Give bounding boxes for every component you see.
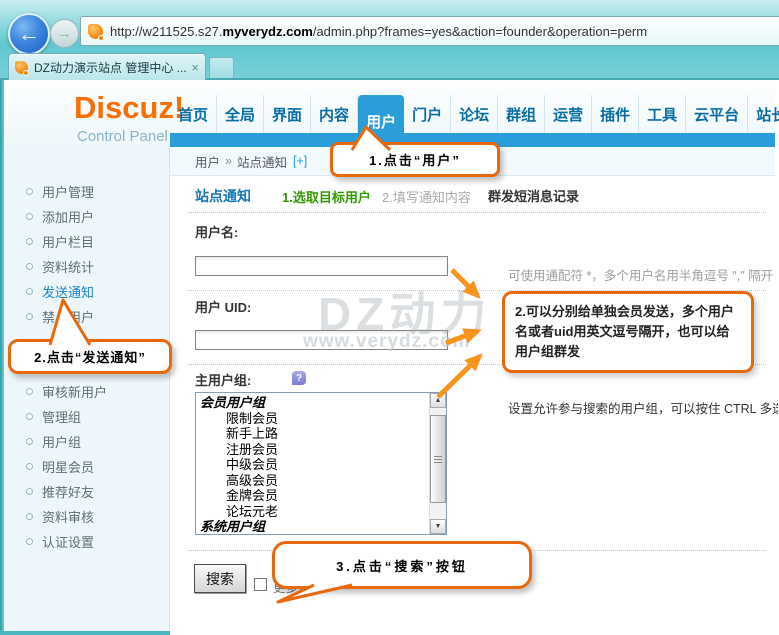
forward-arrow-icon: → <box>57 26 72 41</box>
callout-step3: 3.点击“搜索”按钮 <box>272 541 532 589</box>
divider <box>188 212 766 213</box>
sidebar-item-用户组[interactable]: 用户组 <box>4 430 169 455</box>
nav-tab-首页[interactable]: 首页 <box>170 95 217 133</box>
usergroup-option-高级会员[interactable]: 高级会员 <box>200 473 428 489</box>
breadcrumb-expand-link[interactable]: [+] <box>293 154 307 168</box>
control-panel-label: Control Panel <box>77 128 168 145</box>
search-button[interactable]: 搜索 <box>194 564 246 593</box>
breadcrumb-page: 站点通知 <box>237 152 287 171</box>
usergroup-header-会员用户组: 会员用户组 <box>200 395 428 411</box>
usergroup-option-限制会员[interactable]: 限制会员 <box>200 411 428 427</box>
mass-message-records-link[interactable]: 群发短消息记录 <box>488 186 579 205</box>
new-tab-button[interactable] <box>209 57 234 78</box>
callout-step2: 2.点击“发送通知” <box>8 339 172 374</box>
nav-tab-门户[interactable]: 门户 <box>404 95 451 133</box>
window-frame-bottom <box>0 631 170 635</box>
breadcrumb-section: 用户 <box>195 152 220 171</box>
username-label: 用户名: <box>195 222 238 241</box>
usergroup-option-中级会员[interactable]: 中级会员 <box>200 457 428 473</box>
wizard-step-2[interactable]: 2.填写通知内容 <box>382 187 471 206</box>
wizard-step-1[interactable]: 1.选取目标用户 <box>282 187 371 206</box>
sidebar-list-top: 用户管理添加用户用户栏目资料统计发送通知禁止用户 <box>4 180 169 330</box>
sidebar-item-发送通知[interactable]: 发送通知 <box>4 280 169 305</box>
scroll-up-icon[interactable]: ▲ <box>430 393 446 408</box>
scrollbar-grip <box>434 456 442 457</box>
usergroup-header-系统用户组: 系统用户组 <box>200 519 428 535</box>
usergroup-option-金牌会员[interactable]: 金牌会员 <box>200 488 428 504</box>
usergroup-option-新手上路[interactable]: 新手上路 <box>200 426 428 442</box>
nav-tab-云平台[interactable]: 云平台 <box>686 95 748 133</box>
browser-tab[interactable]: DZ动力演示站点 管理中心 ... × <box>8 53 206 80</box>
usergroup-listbox-options: 会员用户组限制会员新手上路注册会员中级会员高级会员金牌会员论坛元老系统用户组管理… <box>196 393 446 535</box>
more-options-checkbox[interactable] <box>254 578 267 591</box>
nav-tab-运营[interactable]: 运营 <box>545 95 592 133</box>
sidebar-item-资料审核[interactable]: 资料审核 <box>4 505 169 530</box>
callout-info: 2.可以分别给单独会员发送，多个用户名或者uid用英文逗号隔开，也可以给用户组群… <box>502 291 754 373</box>
callout-step1: 1.点击“用户” <box>330 142 500 177</box>
sidebar-item-审核新用户[interactable]: 审核新用户 <box>4 380 169 405</box>
url-domain: myverydz.com <box>223 24 313 39</box>
usergroup-hint: 设置允许参与搜索的用户组，可以按住 CTRL 多选 <box>508 398 778 417</box>
arrow-to-info-2 <box>446 331 478 343</box>
sidebar-item-添加用户[interactable]: 添加用户 <box>4 205 169 230</box>
usergroup-label: 主用户组: <box>195 370 251 389</box>
username-input[interactable] <box>195 256 448 276</box>
arrow-to-info-3 <box>438 356 480 397</box>
address-bar[interactable]: http://w211525.s27.myverydz.com/admin.ph… <box>80 16 779 46</box>
back-arrow-icon: ← <box>18 23 40 45</box>
tab-title: DZ动力演示站点 管理中心 ... <box>34 59 187 76</box>
nav-tab-插件[interactable]: 插件 <box>592 95 639 133</box>
breadcrumb-separator: » <box>225 154 232 168</box>
site-favicon-icon <box>88 24 103 39</box>
back-button[interactable]: ← <box>8 13 50 55</box>
usergroup-option-管理员[interactable]: 管理员 <box>200 535 428 536</box>
sidebar-item-认证设置[interactable]: 认证设置 <box>4 530 169 555</box>
listbox-scrollbar[interactable]: ▲ ▼ <box>429 393 446 534</box>
browser-window: ← → http://w211525.s27.myverydz.com/admi… <box>0 0 779 635</box>
sidebar-item-资料统计[interactable]: 资料统计 <box>4 255 169 280</box>
sidebar: 用户管理添加用户用户栏目资料统计发送通知禁止用户 审核新用户管理组用户组明星会员… <box>4 147 170 631</box>
tab-favicon-icon <box>15 61 28 74</box>
nav-tab-群组[interactable]: 群组 <box>498 95 545 133</box>
scroll-down-icon[interactable]: ▼ <box>430 519 446 534</box>
nav-tab-界面[interactable]: 界面 <box>264 95 311 133</box>
forward-button[interactable]: → <box>50 19 79 48</box>
nav-tab-全局[interactable]: 全局 <box>217 95 264 133</box>
tab-close-icon[interactable]: × <box>191 61 199 74</box>
help-icon[interactable]: ? <box>292 371 306 385</box>
sidebar-item-用户管理[interactable]: 用户管理 <box>4 180 169 205</box>
nav-tab-站长[interactable]: 站长 <box>748 95 779 133</box>
nav-tab-论坛[interactable]: 论坛 <box>451 95 498 133</box>
sidebar-item-推荐好友[interactable]: 推荐好友 <box>4 480 169 505</box>
uid-input[interactable] <box>195 330 448 350</box>
sidebar-item-禁止用户[interactable]: 禁止用户 <box>4 305 169 330</box>
sidebar-item-管理组[interactable]: 管理组 <box>4 405 169 430</box>
uid-label: 用户 UID: <box>195 297 251 316</box>
sidebar-item-用户栏目[interactable]: 用户栏目 <box>4 230 169 255</box>
nav-tab-内容[interactable]: 内容 <box>311 95 358 133</box>
nav-tab-工具[interactable]: 工具 <box>639 95 686 133</box>
scrollbar-thumb[interactable] <box>430 415 446 503</box>
sidebar-list-bottom: 审核新用户管理组用户组明星会员推荐好友资料审核认证设置 <box>4 380 169 555</box>
usergroup-option-论坛元老[interactable]: 论坛元老 <box>200 504 428 520</box>
arrow-to-info-1 <box>452 270 478 296</box>
page-title: 站点通知 <box>195 186 251 206</box>
username-hint: 可使用通配符 *，多个用户名用半角逗号 "," 隔开 <box>508 265 778 284</box>
url-text: http://w211525.s27.myverydz.com/admin.ph… <box>110 24 647 39</box>
discuz-logo: Discuz! <box>74 90 184 126</box>
sidebar-item-明星会员[interactable]: 明星会员 <box>4 455 169 480</box>
usergroup-listbox[interactable]: 会员用户组限制会员新手上路注册会员中级会员高级会员金牌会员论坛元老系统用户组管理… <box>195 392 447 535</box>
usergroup-option-注册会员[interactable]: 注册会员 <box>200 442 428 458</box>
